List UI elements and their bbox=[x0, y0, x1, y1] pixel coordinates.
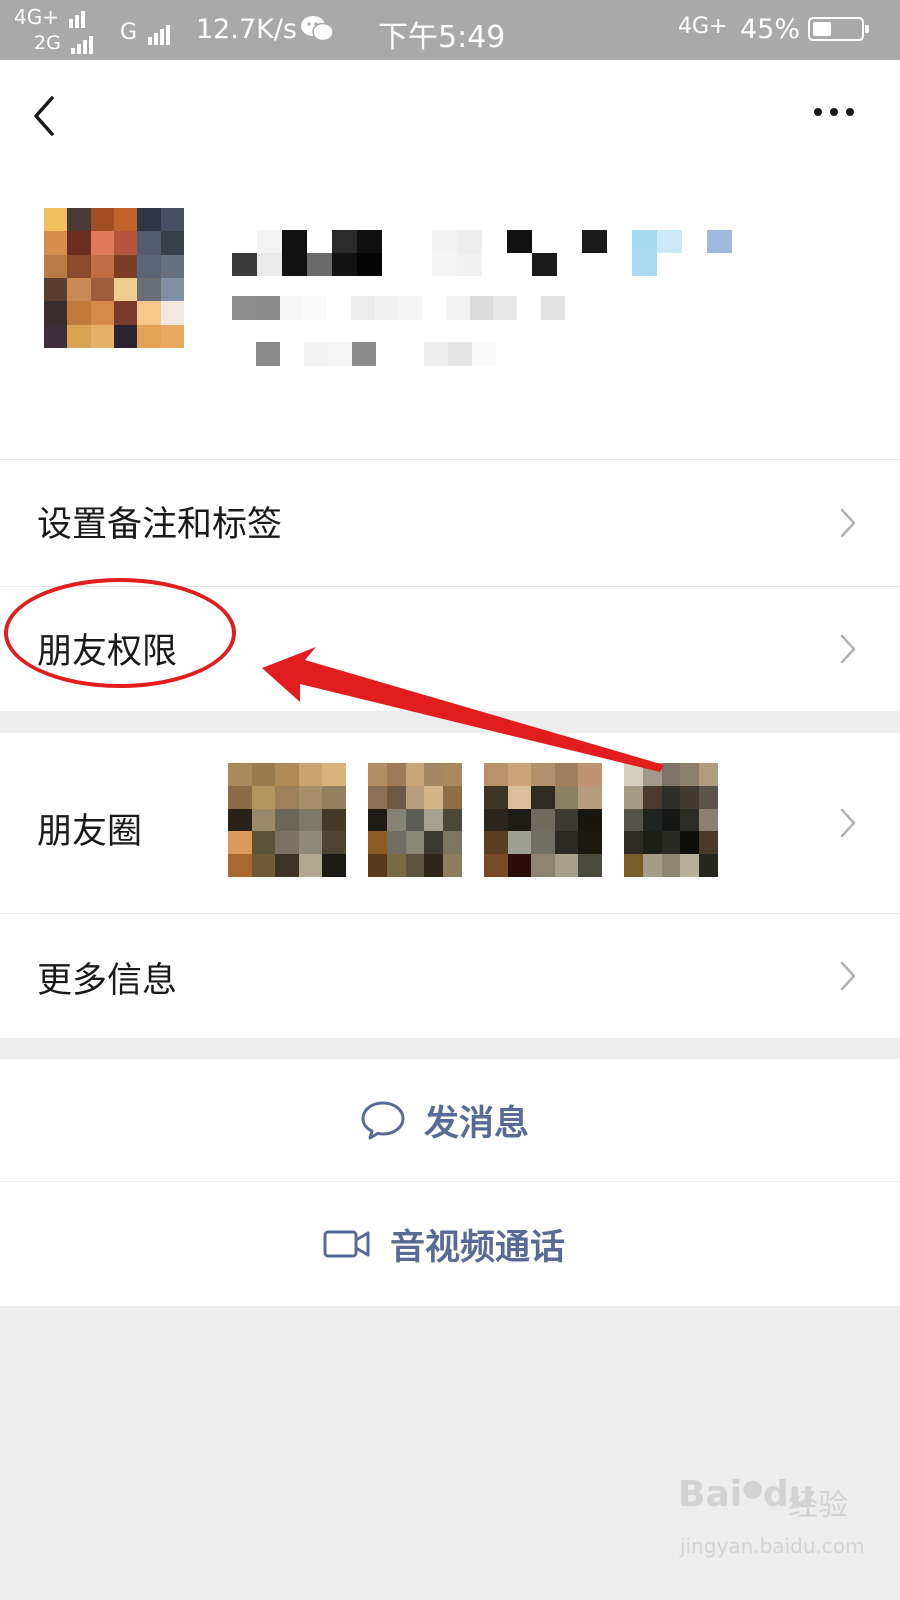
region-blurred bbox=[256, 342, 496, 366]
network-speed: 12.7K/s bbox=[196, 14, 297, 45]
chevron-left-icon bbox=[34, 96, 54, 136]
signal-icon bbox=[70, 32, 95, 54]
video-camera-icon bbox=[323, 1230, 370, 1258]
watermark-brand: 经验 bbox=[788, 1488, 848, 1523]
wechat-id-blurred bbox=[232, 296, 612, 320]
video-call-button[interactable]: 音视频通话 bbox=[0, 1182, 900, 1306]
avatar[interactable] bbox=[44, 208, 184, 348]
battery-icon bbox=[808, 17, 869, 41]
network-type-right: 4G+ bbox=[678, 14, 727, 39]
clock: 下午5:49 bbox=[378, 20, 506, 55]
battery-percentage: 45% bbox=[740, 14, 801, 45]
chat-bubble-icon bbox=[361, 1101, 405, 1140]
status-bar: 4G+ 2G G 12.7K/s 下午5:49 4G+ 45% bbox=[0, 0, 900, 60]
moment-thumbnail bbox=[624, 763, 718, 877]
remark-and-tags-label: 设置备注和标签 bbox=[37, 505, 283, 545]
chevron-right-icon bbox=[840, 508, 856, 538]
more-info-label: 更多信息 bbox=[37, 961, 178, 1001]
moments-thumbnails bbox=[228, 763, 718, 877]
network-type-label: G bbox=[120, 20, 138, 45]
send-message-button[interactable]: 发消息 bbox=[0, 1059, 900, 1181]
watermark-url: jingyan.baidu.com bbox=[680, 1534, 865, 1558]
remark-and-tags-row[interactable]: 设置备注和标签 bbox=[0, 460, 900, 586]
highlight-ellipse bbox=[4, 578, 236, 688]
baidu-watermark: Bai●du 经验 jingyan.baidu.com bbox=[678, 1474, 878, 1584]
ellipsis-icon bbox=[814, 108, 854, 116]
network-g: G bbox=[120, 20, 172, 45]
video-call-label: 音视频通话 bbox=[390, 1227, 566, 1268]
network-type-label: 4G+ bbox=[14, 5, 59, 29]
send-message-label: 发消息 bbox=[424, 1103, 530, 1144]
nickname-blurred bbox=[232, 230, 732, 276]
chevron-right-icon bbox=[840, 634, 856, 664]
moment-thumbnail bbox=[228, 763, 346, 877]
network-type-label: 4G bbox=[678, 14, 710, 39]
network-type-label: 2G bbox=[34, 32, 61, 54]
paw-icon: ● bbox=[742, 1474, 764, 1502]
back-button[interactable] bbox=[28, 90, 72, 140]
chevron-right-icon bbox=[840, 808, 856, 838]
moment-thumbnail bbox=[368, 763, 462, 877]
more-info-row[interactable]: 更多信息 bbox=[0, 914, 900, 1038]
chevron-right-icon bbox=[840, 961, 856, 991]
network-suffix: + bbox=[709, 14, 728, 39]
signal-icon bbox=[148, 20, 172, 45]
more-button[interactable] bbox=[810, 100, 860, 130]
moments-label: 朋友圈 bbox=[37, 812, 143, 852]
moment-thumbnail bbox=[484, 763, 602, 877]
nav-bar bbox=[0, 60, 900, 172]
profile-header bbox=[0, 172, 900, 460]
signal-icon bbox=[69, 6, 87, 28]
moments-row[interactable]: 朋友圈 bbox=[0, 733, 900, 913]
wechat-notification-icon bbox=[300, 14, 334, 48]
watermark-logo-text: Bai bbox=[678, 1474, 743, 1515]
